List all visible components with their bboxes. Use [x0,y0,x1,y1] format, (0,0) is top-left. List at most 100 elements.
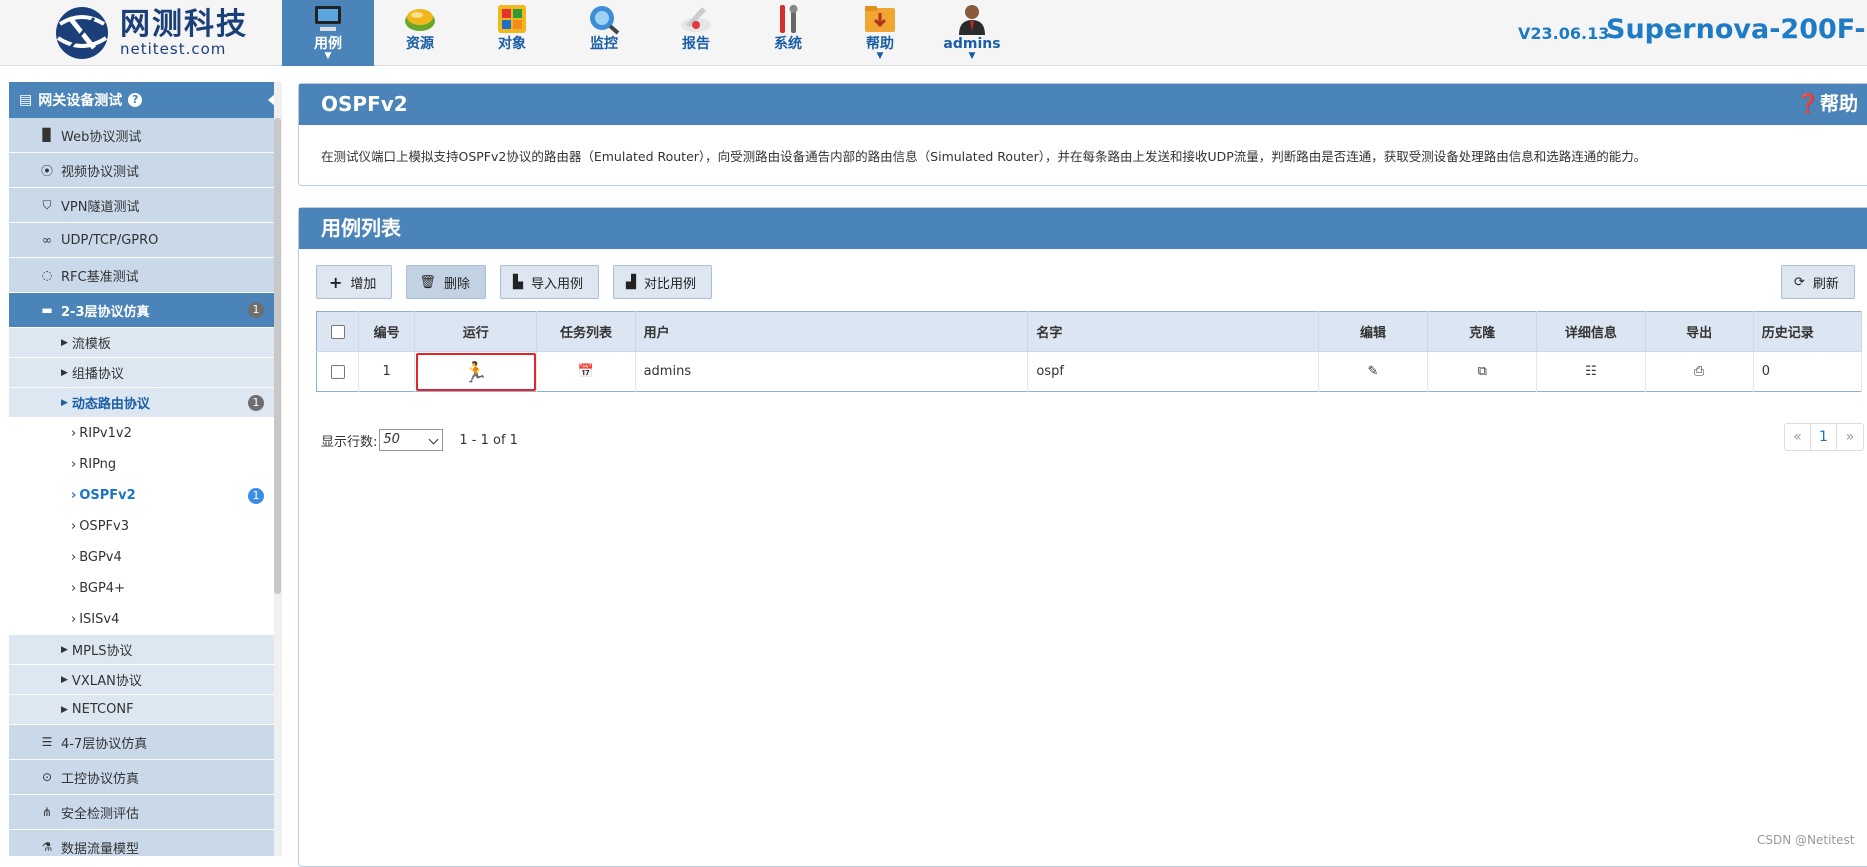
sidebar-item-label: RFC基准测试 [61,269,139,285]
panel-header: 用例列表 [299,208,1867,249]
sidebar-item-vpn[interactable]: ⛉ VPN隧道测试 [9,188,282,223]
sidebar-leaf-bgpv4[interactable]: › BGPv4 [9,542,282,573]
nav-resource[interactable]: 资源 [374,0,466,66]
sidebar-sub-netconf[interactable]: ▶ NETCONF [9,695,282,725]
compare-button[interactable]: ▟ 对比用例 [612,265,712,299]
sidebar-leaf-bgp4plus[interactable]: › BGP4+ [9,573,282,604]
sidebar-leaf-label: BGP4+ [79,581,125,596]
export-cell[interactable]: ⎙ [1645,351,1754,392]
column-header[interactable]: 历史记录 [1753,311,1863,352]
prev-page-button[interactable]: « [1785,424,1811,450]
sidebar-sub-dynamic-routing[interactable]: ▶ 动态路由协议 1 [9,388,282,418]
chevron-down-icon: ▼ [968,51,976,61]
page-1-button[interactable]: 1 [1811,424,1837,450]
column-header[interactable]: 详细信息 [1536,311,1646,352]
sidebar-item-l4l7[interactable]: ☰ 4-7层协议仿真 [9,725,282,760]
gauge-icon: ◌ [41,268,53,282]
column-header[interactable]: 任务列表 [536,311,636,352]
nav-label: 对象 [498,36,526,52]
nav-cases[interactable]: 用例 ▼ [282,0,374,66]
column-header[interactable]: 运行 [414,311,538,352]
edit-cell[interactable]: ✎ [1318,351,1429,392]
sidebar-item-l2l3[interactable]: ▬ 2-3层协议仿真 1 [9,293,282,328]
run-button[interactable]: 🏃 [415,352,536,391]
sidebar-item-security[interactable]: ⋔ 安全检测评估 [9,795,282,830]
sidebar-item-industrial[interactable]: ⊙ 工控协议仿真 [9,760,282,795]
sitemap-icon: ⋔ [41,805,53,819]
pagination: « 1 » [1784,423,1864,451]
select-all-cell[interactable] [316,311,360,352]
next-page-button[interactable]: » [1837,424,1863,450]
clone-cell[interactable]: ⧉ [1427,351,1538,392]
nav-label: 系统 [774,36,802,52]
sidebar-item-video[interactable]: ⦿ 视频协议测试 [9,153,282,188]
chevron-right-icon: › [71,426,77,441]
list-details-icon[interactable]: ☷ [1585,364,1597,379]
sidebar-item-udp-tcp[interactable]: ∞ UDP/TCP/GPRO [9,223,282,258]
chevron-down-icon: ▼ [876,51,884,61]
row-history[interactable]: 0 [1753,351,1863,392]
details-cell[interactable]: ☷ [1536,351,1646,392]
resource-icon [405,9,435,31]
product-name: Supernova-200F-SE [1606,14,1867,45]
task-list-cell[interactable]: 📅 [536,351,636,392]
brand-logo[interactable]: 网测科技 netitest.com [52,4,248,62]
column-header[interactable]: 导出 [1645,311,1754,352]
select-all-checkbox[interactable] [330,324,345,339]
column-header[interactable]: 编号 [358,311,416,352]
sidebar-sub-multicast[interactable]: ▶ 组播协议 [9,358,282,388]
nav-help[interactable]: 帮助 ▼ [834,0,926,66]
sidebar-item-rfc[interactable]: ◌ RFC基准测试 [9,258,282,293]
sidebar-leaf-isisv4[interactable]: › ISISv4 [9,604,282,635]
delete-button[interactable]: 🗑 删除 [406,265,486,299]
sidebar-leaf-ripng[interactable]: › RIPng [9,449,282,480]
nav-report[interactable]: 报告 [650,0,742,66]
trash-icon: 🗑 [419,274,436,290]
nav-label: admins [943,36,1001,52]
row-checkbox[interactable] [330,364,345,379]
sidebar-item-label: 视频协议测试 [61,164,140,180]
sidebar-sub-label: MPLS协议 [71,644,133,659]
file-icon: ▉ [42,128,52,142]
nav-label: 帮助 [866,36,894,52]
add-button[interactable]: + 增加 [316,265,393,299]
column-header[interactable]: 用户 [635,311,1029,352]
pencil-icon[interactable]: ✎ [1368,364,1379,379]
calendar-icon[interactable]: 📅 [578,364,594,379]
sidebar-sub-flow-template[interactable]: ▶ 流模板 [9,328,282,358]
question-icon[interactable]: ? [128,93,143,107]
help-link[interactable]: ❓帮助 [1796,84,1858,125]
file-export-icon[interactable]: ⎙ [1694,364,1704,379]
chevron-down-icon: ▼ [324,51,332,61]
row-name[interactable]: ospf [1027,351,1319,392]
refresh-button[interactable]: ⟳ 刷新 [1781,265,1855,299]
sidebar-sub-vxlan[interactable]: ▶ VXLAN协议 [9,665,282,695]
sidebar-sub-mpls[interactable]: ▶ MPLS协议 [9,635,282,665]
drive-icon: ▬ [41,303,53,317]
rows-per-page-select[interactable]: 50 [379,429,444,451]
column-header[interactable]: 克隆 [1427,311,1538,352]
sidebar-leaf-ospfv3[interactable]: › OSPFv3 [9,511,282,542]
sidebar-title: 网关设备测试 [38,93,123,109]
nav-user[interactable]: admins ▼ [926,0,1018,66]
sidebar-header[interactable]: ▤ 网关设备测试 ? [9,82,282,118]
sidebar-leaf-ospfv2[interactable]: › OSPFv2 1 [9,480,282,511]
nav-system[interactable]: 系统 [742,0,834,66]
row-select-cell[interactable] [316,351,360,392]
column-header[interactable]: 名字 [1027,311,1319,352]
nav-object[interactable]: 对象 [466,0,558,66]
logo-en-text: netitest.com [120,40,227,58]
sidebar-scrollbar[interactable] [274,118,281,594]
sidebar-leaf-ripv1v2[interactable]: › RIPv1v2 [9,418,282,449]
sidebar-item-web[interactable]: ▉ Web协议测试 [9,118,282,153]
copy-icon[interactable]: ⧉ [1478,364,1487,379]
nav-monitor[interactable]: 监控 [558,0,650,66]
run-cell[interactable]: 🏃 [414,351,538,392]
count-badge: 1 [248,487,264,504]
version-label: V23.06.13 [1518,24,1610,43]
caret-right-icon: ▶ [61,337,68,348]
import-button[interactable]: ▙ 导入用例 [499,265,599,299]
column-header[interactable]: 编辑 [1318,311,1429,352]
button-label: 导入用例 [530,276,583,292]
sidebar-item-traffic-model[interactable]: ⚗ 数据流量模型 [9,830,282,856]
